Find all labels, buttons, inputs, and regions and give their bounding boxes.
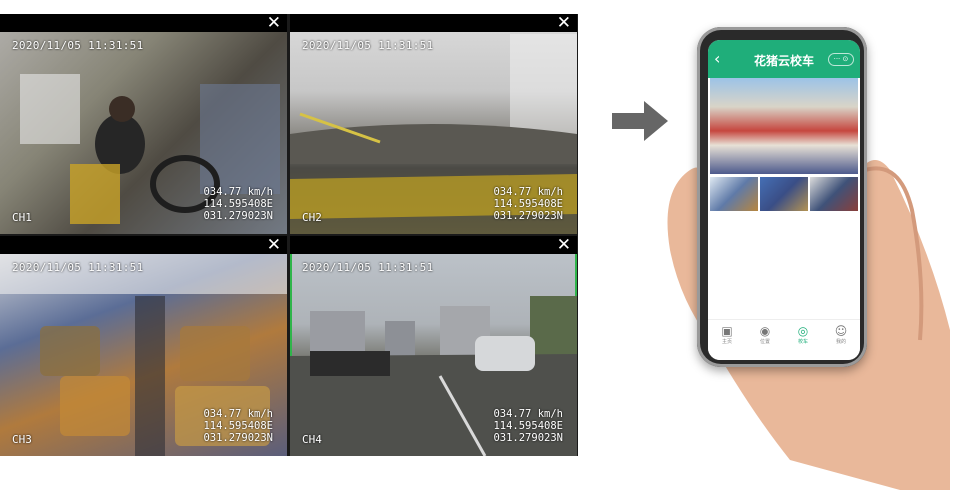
tab-label: 校车	[797, 339, 808, 345]
tab-label: 位置	[759, 339, 770, 345]
speed: 034.77 km/h	[203, 186, 273, 198]
speed: 034.77 km/h	[493, 408, 563, 420]
longitude: 114.595408E	[493, 420, 563, 432]
camera-grid: ✕ 2020/11/05 11:31:51 034.77 km/h 114.59…	[0, 14, 578, 456]
timestamp: 2020/11/05 11:31:51	[302, 39, 434, 52]
latitude: 031.279023N	[203, 210, 273, 222]
user-icon: ☺	[834, 324, 848, 338]
timestamp: 2020/11/05 11:31:51	[12, 39, 144, 52]
latitude: 031.279023N	[493, 432, 563, 444]
tab-school-bus[interactable]: ◎ 校车	[784, 324, 822, 345]
channel-label: CH4	[302, 433, 322, 446]
phone-screen: ‹ 花猪云校车 ··· ⊙ ▣ 主页 ◉ 位置 ◎ 校车 ☺ 我的	[708, 40, 860, 360]
timestamp: 2020/11/05 11:31:51	[12, 261, 144, 274]
bottom-tab-bar: ▣ 主页 ◉ 位置 ◎ 校车 ☺ 我的	[708, 319, 860, 360]
speed: 034.77 km/h	[493, 186, 563, 198]
longitude: 114.595408E	[493, 198, 563, 210]
channel-label: CH2	[302, 211, 322, 224]
speed: 034.77 km/h	[203, 408, 273, 420]
close-icon[interactable]: ✕	[267, 236, 281, 254]
camera-panel-ch3[interactable]: ✕ 2020/11/05 11:31:51 034.77 km/h 114.59…	[0, 236, 287, 456]
panel-header-bar	[290, 14, 577, 32]
video-thumbnail[interactable]	[760, 177, 808, 211]
telemetry: 034.77 km/h 114.595408E 031.279023N	[203, 186, 273, 222]
more-menu-capsule[interactable]: ··· ⊙	[828, 53, 854, 66]
telemetry: 034.77 km/h 114.595408E 031.279023N	[493, 408, 563, 444]
close-icon[interactable]: ✕	[557, 14, 571, 32]
panel-header-bar	[0, 14, 287, 32]
tab-profile[interactable]: ☺ 我的	[822, 324, 860, 345]
camera-icon: ◎	[797, 324, 809, 338]
video-thumbnail[interactable]	[710, 177, 758, 211]
app-header: ‹ 花猪云校车 ··· ⊙	[708, 40, 860, 78]
camera-panel-ch2[interactable]: ✕ 2020/11/05 11:31:51 034.77 km/h 114.59…	[290, 14, 577, 234]
telemetry: 034.77 km/h 114.595408E 031.279023N	[493, 186, 563, 222]
camera-panel-ch4[interactable]: ✕ 2020/11/05 11:31:51 034.77 km/h 114.59…	[290, 236, 577, 456]
close-icon[interactable]: ✕	[267, 14, 281, 32]
channel-label: CH3	[12, 433, 32, 446]
panel-header-bar	[0, 236, 287, 254]
location-icon: ◉	[759, 324, 771, 338]
tab-home[interactable]: ▣ 主页	[708, 324, 746, 345]
timestamp: 2020/11/05 11:31:51	[302, 261, 434, 274]
close-icon[interactable]: ✕	[557, 236, 571, 254]
main-video-view[interactable]	[710, 78, 858, 174]
bus-icon: ▣	[721, 324, 733, 338]
longitude: 114.595408E	[203, 198, 273, 210]
channel-label: CH1	[12, 211, 32, 224]
tab-label: 主页	[721, 339, 732, 345]
telemetry: 034.77 km/h 114.595408E 031.279023N	[203, 408, 273, 444]
tab-location[interactable]: ◉ 位置	[746, 324, 784, 345]
latitude: 031.279023N	[493, 210, 563, 222]
panel-header-bar	[290, 236, 577, 254]
longitude: 114.595408E	[203, 420, 273, 432]
camera-panel-ch1[interactable]: ✕ 2020/11/05 11:31:51 034.77 km/h 114.59…	[0, 14, 287, 234]
latitude: 031.279023N	[203, 432, 273, 444]
tab-label: 我的	[835, 339, 846, 345]
video-thumbnail[interactable]	[810, 177, 858, 211]
